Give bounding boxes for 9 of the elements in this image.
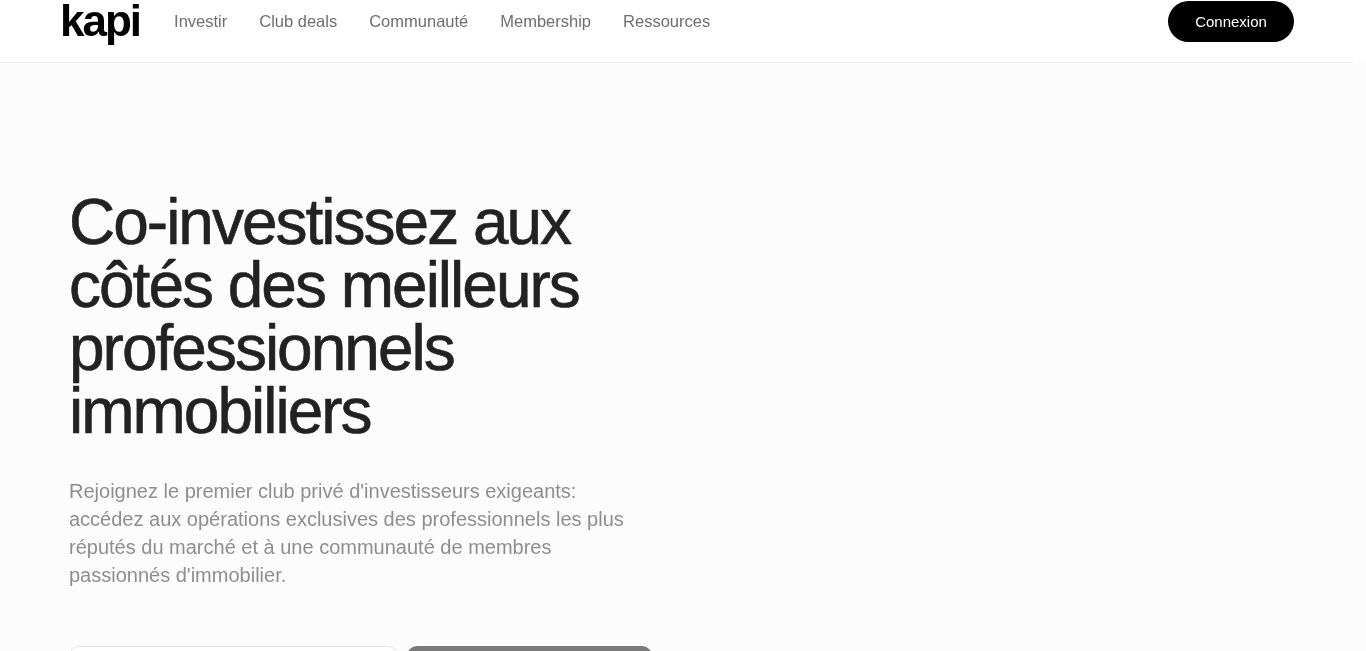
hero-title: Co-investissez aux côtés des meilleurs professionnels immobiliers bbox=[69, 191, 580, 443]
nav-link[interactable]: Membership bbox=[500, 11, 592, 31]
hero-subtitle: Rejoignez le premier club privé d'investisseurs exigeants: accédez aux opérations exclusives des professionnels les plus réputés du marché et à une communauté de membres passionnés d'immobilier. bbox=[69, 479, 625, 588]
nav-link[interactable]: Communauté bbox=[369, 11, 469, 31]
login-button[interactable]: Connexion bbox=[1168, 0, 1294, 42]
nav-link[interactable]: Ressources bbox=[623, 11, 711, 31]
logo[interactable]: kapi bbox=[60, 0, 141, 43]
nav-link[interactable]: Investir bbox=[174, 11, 228, 31]
nav-link[interactable]: Club deals bbox=[259, 11, 338, 31]
